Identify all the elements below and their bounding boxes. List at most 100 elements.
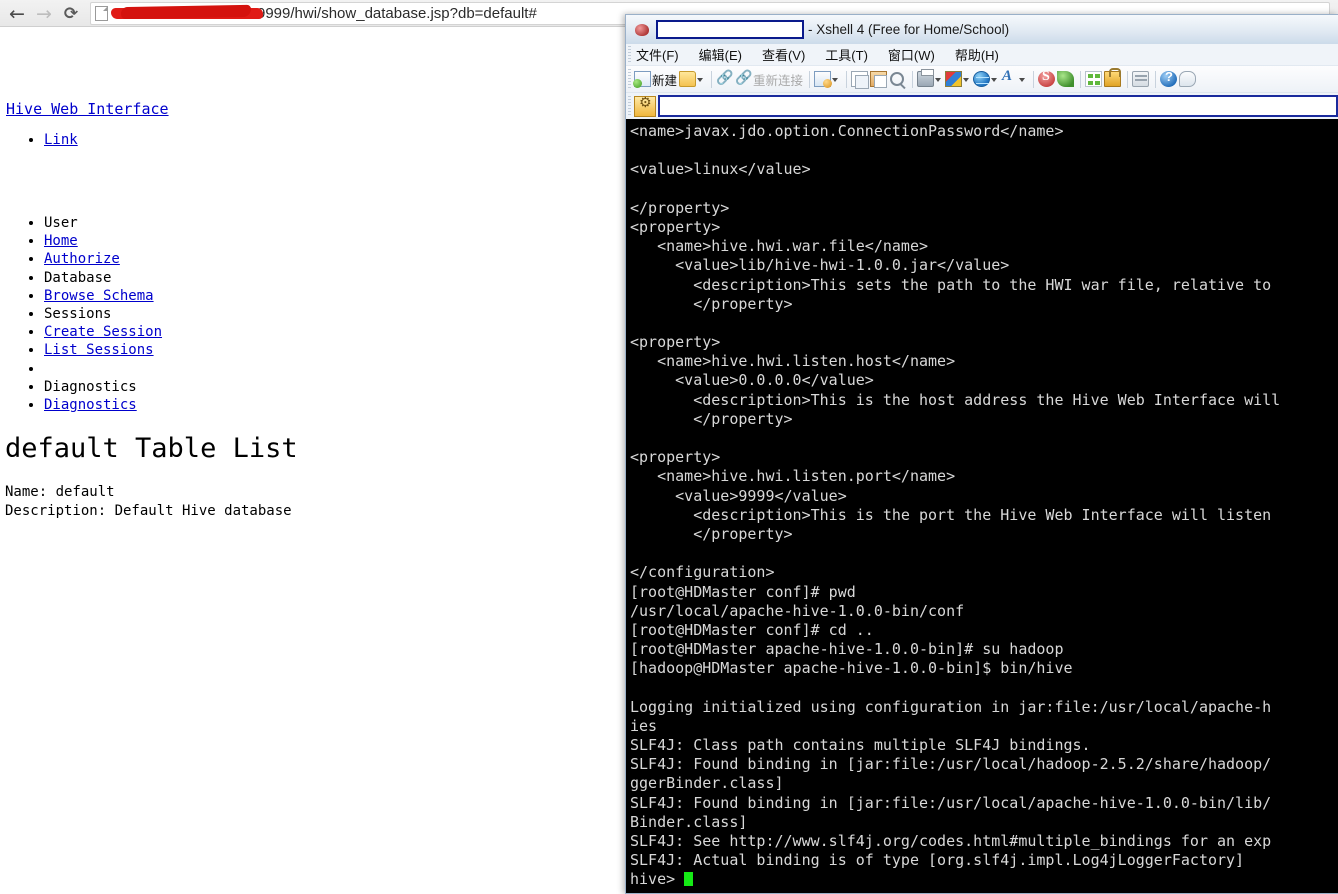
forward-button[interactable]: → xyxy=(33,3,55,25)
hwi-heading-link[interactable]: Hive Web Interface xyxy=(6,100,169,118)
back-button[interactable]: ← xyxy=(6,3,28,25)
chat-icon xyxy=(1179,71,1197,87)
menu-help[interactable]: 帮助(H) xyxy=(955,45,1009,64)
terminal-line: <description>This sets the path to the H… xyxy=(630,275,1272,294)
terminal-line: </configuration> xyxy=(630,563,775,582)
window-title-text: - Xshell 4 (Free for Home/School) xyxy=(808,22,1010,37)
list-item: Sessions xyxy=(44,305,162,323)
session-manager-icon xyxy=(814,71,833,88)
list-item: Browse Schema xyxy=(44,287,162,305)
nav-link-create-session[interactable]: Create Session xyxy=(44,324,162,340)
lock-button[interactable] xyxy=(1104,68,1122,90)
menu-edit[interactable]: 编辑(E) xyxy=(699,45,752,64)
list-item-empty xyxy=(44,360,162,378)
xshell-toolbar: 新建 重新连接 xyxy=(626,66,1338,93)
print-button[interactable] xyxy=(917,69,943,90)
chevron-down-icon[interactable] xyxy=(934,71,943,87)
keyboard-button[interactable] xyxy=(1132,69,1150,90)
chevron-down-icon[interactable] xyxy=(1018,71,1027,87)
lock-icon xyxy=(1104,68,1122,87)
terminal-line: <name>hive.hwi.listen.host</name> xyxy=(630,352,956,371)
help-button[interactable] xyxy=(1160,69,1178,90)
terminal-line: [hadoop@HDMaster apache-hive-1.0.0-bin]$… xyxy=(630,659,1073,678)
terminal-prompt-line: hive> xyxy=(630,870,1338,889)
menu-view[interactable]: 查看(V) xyxy=(762,45,815,64)
menu-file[interactable]: 文件(F) xyxy=(636,45,689,64)
terminal-line: [root@HDMaster conf]# cd .. xyxy=(630,620,874,639)
find-icon xyxy=(889,71,906,87)
hwi-link-list: Link xyxy=(22,131,78,149)
find-button[interactable] xyxy=(889,69,906,90)
terminal-line: <property> xyxy=(630,333,721,352)
chat-button[interactable] xyxy=(1179,69,1197,90)
terminal-line: SLF4J: Found binding in [jar:file:/usr/l… xyxy=(630,793,1272,812)
quick-command-icon[interactable] xyxy=(634,95,656,117)
connect-button[interactable] xyxy=(716,69,733,90)
new-session-label: 新建 xyxy=(652,73,678,88)
leaf-icon xyxy=(1057,71,1075,87)
keyboard-icon xyxy=(1132,71,1150,87)
terminal-line: </property> xyxy=(630,198,730,217)
reload-button[interactable]: ⟳ xyxy=(60,3,82,25)
menu-window[interactable]: 窗口(W) xyxy=(888,45,945,64)
open-folder-button[interactable] xyxy=(679,69,705,90)
chevron-down-icon[interactable] xyxy=(696,71,705,87)
font-button[interactable] xyxy=(1001,68,1027,90)
database-metadata: Name: default Description: Default Hive … xyxy=(5,483,292,520)
xshell-window[interactable]: - Xshell 4 (Free for Home/School) 文件(F) … xyxy=(625,14,1338,894)
new-session-button[interactable]: 新建 xyxy=(633,69,678,90)
font-icon xyxy=(1001,68,1018,87)
open-folder-icon xyxy=(679,71,697,87)
copy-button[interactable] xyxy=(851,69,870,90)
terminal-line: <property> xyxy=(630,217,721,236)
color-scheme-button[interactable] xyxy=(945,69,971,90)
chevron-down-icon[interactable] xyxy=(990,71,999,87)
terminal-line: [root@HDMaster conf]# pwd xyxy=(630,582,856,601)
toolbar-divider xyxy=(711,70,713,88)
menu-tools[interactable]: 工具(T) xyxy=(825,45,878,64)
nav-link-list-sessions[interactable]: List Sessions xyxy=(44,342,154,358)
xshell-quick-command-bar xyxy=(626,93,1338,119)
session-manager-button[interactable] xyxy=(814,69,840,90)
terminal-line: SLF4J: Found binding in [jar:file:/usr/l… xyxy=(630,755,1272,774)
chevron-down-icon[interactable] xyxy=(831,71,840,87)
web-button[interactable] xyxy=(973,69,999,90)
paste-button[interactable] xyxy=(870,69,888,90)
terminal-line: Binder.class] xyxy=(630,812,748,831)
terminal-line: Logging initialized using configuration … xyxy=(630,697,1272,716)
quick-command-input[interactable] xyxy=(658,95,1338,117)
url-text: 9999/hwi/show_database.jsp?db=default# xyxy=(257,5,537,22)
script-button[interactable] xyxy=(1038,69,1056,90)
terminal-line: <description>This is the host address th… xyxy=(630,390,1281,409)
toolbar-divider xyxy=(1155,70,1157,88)
terminal-output[interactable]: <name>javax.jdo.option.ConnectionPasswor… xyxy=(626,119,1338,893)
session-name-field[interactable] xyxy=(656,20,804,39)
nav-link-diagnostics[interactable]: Diagnostics xyxy=(44,397,137,413)
hwi-link-link[interactable]: Link xyxy=(44,132,78,148)
list-item: Database xyxy=(44,269,162,287)
xshell-title-bar[interactable]: - Xshell 4 (Free for Home/School) xyxy=(626,15,1338,44)
terminal-line: </property> xyxy=(630,524,793,543)
page-title: default Table List xyxy=(5,433,298,464)
chevron-down-icon[interactable] xyxy=(962,71,971,87)
list-item: List Sessions xyxy=(44,341,162,359)
reconnect-icon xyxy=(735,69,752,87)
web-icon xyxy=(973,71,991,87)
nav-link-home[interactable]: Home xyxy=(44,233,78,249)
leaf-button[interactable] xyxy=(1057,69,1075,90)
arrange-button[interactable] xyxy=(1085,69,1103,90)
script-icon xyxy=(1038,69,1056,87)
terminal-line: <value>linux</value> xyxy=(630,160,811,179)
reconnect-label: 重新连接 xyxy=(753,73,804,88)
nav-label-sessions: Sessions xyxy=(44,306,112,323)
toolbar-divider xyxy=(1033,70,1035,88)
terminal-line: <value>0.0.0.0</value> xyxy=(630,371,874,390)
list-item: User xyxy=(44,214,162,232)
nav-link-authorize[interactable]: Authorize xyxy=(44,251,120,267)
nav-link-browse-schema[interactable]: Browse Schema xyxy=(44,288,154,304)
toolbar-divider xyxy=(1127,70,1129,88)
terminal-line: </property> xyxy=(630,409,793,428)
